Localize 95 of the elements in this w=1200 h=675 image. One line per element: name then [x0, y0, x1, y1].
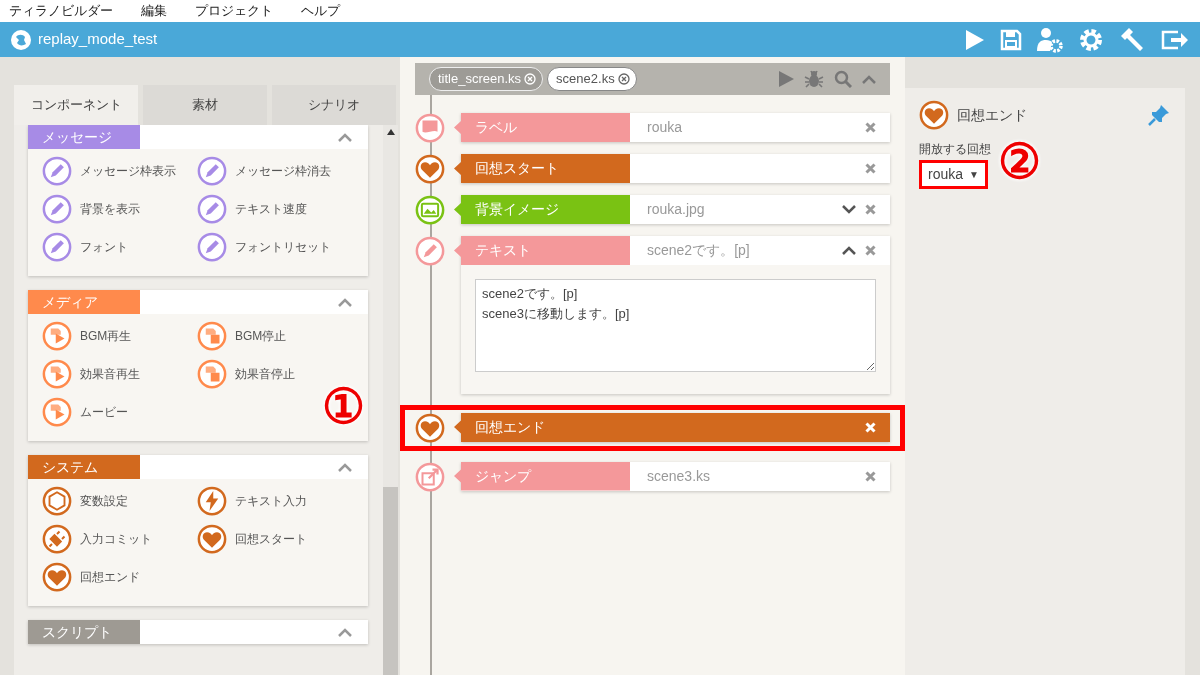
component-item[interactable]: メッセージ枠消去	[197, 152, 331, 190]
callout-number: ①	[322, 383, 365, 431]
component-item[interactable]: 変数設定	[42, 482, 128, 520]
play-icon	[42, 397, 72, 427]
plug-icon	[42, 524, 72, 554]
component-label: 変数設定	[80, 493, 128, 510]
delete-icon[interactable]	[865, 470, 876, 482]
image-icon	[415, 195, 445, 225]
close-icon[interactable]	[617, 73, 630, 85]
callout-number: ②	[998, 138, 1041, 186]
pen-icon	[197, 232, 227, 262]
component-label: ムービー	[80, 404, 128, 421]
play-icon[interactable]	[779, 71, 794, 87]
delete-icon[interactable]	[865, 245, 876, 256]
component-item[interactable]: フォント	[42, 228, 128, 266]
menu-item[interactable]: ヘルプ	[294, 0, 347, 22]
collapse-icon[interactable]	[842, 246, 856, 255]
pen-icon	[415, 236, 445, 266]
file-tab[interactable]: scene2.ks	[547, 67, 637, 91]
scroll-up-icon[interactable]	[386, 129, 395, 135]
pin-icon[interactable]	[1147, 103, 1171, 127]
component-label: フォント	[80, 239, 128, 256]
component-item[interactable]: 効果音再生	[42, 355, 140, 393]
user-settings-icon[interactable]	[1036, 26, 1064, 53]
component-label: 背景を表示	[80, 201, 140, 218]
block-title: 回想エンド	[454, 412, 630, 442]
component-item[interactable]: 背景を表示	[42, 190, 140, 228]
component-item[interactable]: BGM停止	[197, 317, 287, 355]
menu-item[interactable]: プロジェクト	[188, 0, 280, 22]
component-item[interactable]: フォントリセット	[197, 228, 331, 266]
delete-icon[interactable]	[865, 122, 876, 133]
pen-icon	[42, 232, 72, 262]
pen-icon	[197, 194, 227, 224]
scroll-thumb[interactable]	[383, 487, 398, 675]
arrow-out-icon	[415, 461, 445, 492]
block-title: ラベル	[454, 113, 630, 142]
pen-icon	[42, 194, 72, 224]
block-value: rouka	[646, 118, 684, 137]
settings-icon[interactable]	[1078, 26, 1104, 53]
component-item[interactable]: 回想スタート	[197, 520, 307, 558]
component-label: 効果音停止	[235, 366, 295, 383]
pen-icon	[197, 156, 227, 186]
block-title: ジャンプ	[454, 461, 630, 491]
replay-dropdown[interactable]: rouka ▼	[919, 160, 988, 189]
component-item[interactable]: ムービー	[42, 393, 128, 431]
component-label: 効果音再生	[80, 366, 140, 383]
component-item[interactable]: メッセージ枠表示	[42, 152, 176, 190]
component-label: 入力コミット	[80, 531, 152, 548]
component-label: 回想スタート	[235, 531, 307, 548]
component-label: BGM停止	[235, 328, 287, 345]
component-label: BGM再生	[80, 328, 132, 345]
component-label: メッセージ枠消去	[235, 163, 331, 180]
component-label: テキスト速度	[235, 201, 307, 218]
block-value: rouka.jpg	[646, 200, 706, 219]
component-item[interactable]: テキスト速度	[197, 190, 307, 228]
field-label: 開放する回想	[919, 141, 992, 158]
component-item[interactable]: 効果音停止	[197, 355, 295, 393]
stop-icon	[197, 359, 227, 389]
block-title: 背景イメージ	[454, 195, 630, 224]
inspector-title: 回想エンド	[957, 105, 1027, 125]
stop-icon	[197, 321, 227, 351]
component-item[interactable]: 回想エンド	[42, 558, 140, 596]
block-value: scene2です。[p]	[646, 241, 751, 260]
component-label: メッセージ枠表示	[80, 163, 176, 180]
cube-icon	[42, 486, 72, 516]
panel-tab[interactable]: シナリオ	[272, 85, 396, 125]
play-icon	[42, 321, 72, 351]
menu-item[interactable]: ティラノビルダー	[2, 0, 120, 22]
delete-icon[interactable]	[865, 163, 876, 174]
block-value: scene3.ks	[646, 466, 712, 486]
project-title: replay_mode_test	[38, 29, 158, 50]
pen-icon	[42, 156, 72, 186]
panel-tab[interactable]: 素材	[143, 85, 267, 125]
component-label: 回想エンド	[80, 569, 140, 586]
logo-icon	[10, 28, 32, 51]
text-editor[interactable]: scene2です。[p] scene3に移動します。[p]	[475, 279, 876, 372]
save-icon[interactable]	[1000, 28, 1022, 51]
component-label: フォントリセット	[235, 239, 331, 256]
lightning-icon	[197, 486, 227, 516]
component-item[interactable]: テキスト入力	[197, 482, 307, 520]
menu-item[interactable]: 編集	[134, 0, 174, 22]
scrollbar[interactable]	[383, 125, 398, 675]
bug-icon[interactable]	[804, 70, 824, 88]
block-title: 回想スタート	[454, 154, 630, 183]
delete-icon[interactable]	[865, 204, 876, 215]
component-item[interactable]: BGM再生	[42, 317, 132, 355]
component-item[interactable]: 入力コミット	[42, 520, 152, 558]
flag-icon	[415, 113, 445, 143]
block-title: テキスト	[454, 236, 630, 265]
panel-tab[interactable]: コンポーネント	[14, 85, 138, 125]
expand-icon[interactable]	[842, 205, 856, 214]
search-icon[interactable]	[834, 70, 852, 88]
component-label: テキスト入力	[235, 493, 307, 510]
play-icon	[42, 359, 72, 389]
group-title[interactable]: システム	[28, 455, 140, 479]
